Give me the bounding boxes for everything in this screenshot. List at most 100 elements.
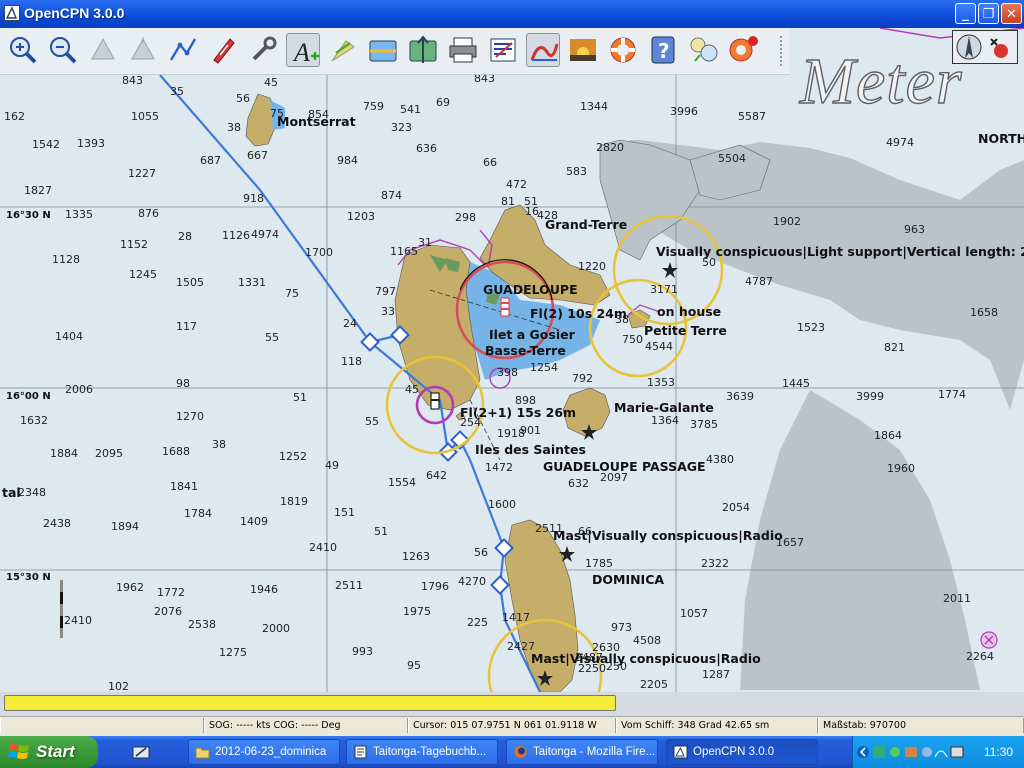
sounding-label: 2538 bbox=[188, 618, 216, 631]
chart-bar-track[interactable] bbox=[4, 695, 616, 711]
light-label: Mast|Visually conspicuous|Radio bbox=[531, 651, 761, 666]
sounding-label: 1245 bbox=[129, 268, 157, 281]
sounding-label: 1894 bbox=[111, 520, 139, 533]
settings-button[interactable] bbox=[246, 33, 280, 67]
status-cell-empty bbox=[0, 718, 204, 733]
scale-in-button[interactable] bbox=[86, 33, 120, 67]
sounding-label: 1554 bbox=[388, 476, 416, 489]
start-label: Start bbox=[36, 742, 75, 761]
sounding-label: 2011 bbox=[943, 592, 971, 605]
maximize-button[interactable]: ❐ bbox=[978, 3, 999, 24]
tray-icons[interactable] bbox=[873, 745, 969, 759]
sounding-label: 38 bbox=[227, 121, 241, 134]
zoom-in-button[interactable] bbox=[6, 33, 40, 67]
route-button[interactable] bbox=[166, 33, 200, 67]
sounding-label: 541 bbox=[400, 103, 421, 116]
taskbar-item-document[interactable]: Taitonga-Tagebuchb... bbox=[346, 739, 498, 765]
sounding-label: 973 bbox=[611, 621, 632, 634]
mob-alarm-button[interactable] bbox=[726, 33, 760, 67]
dashboard-button[interactable] bbox=[686, 33, 720, 67]
sounding-label: 1975 bbox=[403, 605, 431, 618]
sounding-label: 876 bbox=[138, 207, 159, 220]
sounding-label: 2006 bbox=[65, 383, 93, 396]
sounding-label: 4380 bbox=[706, 453, 734, 466]
help-button[interactable]: ? bbox=[646, 33, 680, 67]
sounding-label: 918 bbox=[243, 192, 264, 205]
taskbar-item-firefox[interactable]: Taitonga - Mozilla Fire... bbox=[506, 739, 658, 765]
sounding-label: 2095 bbox=[95, 447, 123, 460]
bearing-distance-status: Vom Schiff: 348 Grad 42.65 sm bbox=[616, 718, 818, 733]
sounding-label: 2054 bbox=[722, 501, 750, 514]
clock: 11:30 bbox=[983, 745, 1013, 759]
follow-ship-button[interactable] bbox=[206, 33, 240, 67]
sounding-label: 636 bbox=[416, 142, 437, 155]
sounding-label: 81 bbox=[501, 195, 515, 208]
toolbar-grip[interactable] bbox=[780, 36, 786, 66]
sounding-label: 1632 bbox=[20, 414, 48, 427]
sounding-label: 2410 bbox=[309, 541, 337, 554]
sounding-label: 1227 bbox=[128, 167, 156, 180]
sounding-label: 38 bbox=[615, 313, 629, 326]
route-manager-button[interactable] bbox=[486, 33, 520, 67]
quick-launch-icon[interactable] bbox=[132, 744, 150, 760]
scale-out-button[interactable] bbox=[126, 33, 160, 67]
sounding-label: 55 bbox=[265, 331, 279, 344]
dominica-island bbox=[504, 519, 579, 692]
taskbar-item-opencpn[interactable]: OpenCPN 3.0.0 bbox=[666, 739, 818, 765]
chevron-left-icon[interactable] bbox=[857, 744, 869, 760]
sounding-label: 4508 bbox=[633, 634, 661, 647]
sounding-label: 898 bbox=[515, 394, 536, 407]
sounding-label: 1841 bbox=[170, 480, 198, 493]
sounding-label: 2511 bbox=[335, 579, 363, 592]
sounding-label: 1057 bbox=[680, 607, 708, 620]
nautical-chart[interactable]: 16°30 N 16°00 N 15°30 N Montserrat Grand… bbox=[0, 28, 1024, 692]
taskbar-item-folder[interactable]: 2012-06-23_dominica bbox=[188, 739, 340, 765]
sounding-label: 2820 bbox=[596, 141, 624, 154]
sounding-label: 1287 bbox=[702, 668, 730, 681]
zoom-out-button[interactable] bbox=[46, 33, 80, 67]
sounding-label: 632 bbox=[568, 477, 589, 490]
chart-canvas[interactable]: 16°30 N 16°00 N 15°30 N Montserrat Grand… bbox=[0, 28, 1024, 692]
print-button[interactable] bbox=[446, 33, 480, 67]
place-label: Iles des Saintes bbox=[475, 442, 586, 457]
track-button[interactable] bbox=[526, 33, 560, 67]
sounding-label: 1658 bbox=[970, 306, 998, 319]
mob-button[interactable] bbox=[606, 33, 640, 67]
sounding-label: 117 bbox=[176, 320, 197, 333]
sounding-label: 1785 bbox=[585, 557, 613, 570]
sounding-label: 1404 bbox=[55, 330, 83, 343]
sounding-label: 2000 bbox=[262, 622, 290, 635]
sounding-label: 298 bbox=[455, 211, 476, 224]
cursor-position-status: Cursor: 015 07.9751 N 061 01.9118 W bbox=[408, 718, 616, 733]
sounding-label: 398 bbox=[497, 366, 518, 379]
sounding-label: 2511 bbox=[535, 522, 563, 535]
sounding-label: 102 bbox=[108, 680, 129, 692]
sounding-label: 2438 bbox=[43, 517, 71, 530]
close-button[interactable]: ✕ bbox=[1001, 3, 1022, 24]
taskbar-item-label: 2012-06-23_dominica bbox=[215, 746, 327, 758]
sunset-icon bbox=[570, 39, 596, 61]
light-label: Fl(2) 10s 24m bbox=[530, 306, 627, 321]
sounding-label: 2097 bbox=[600, 471, 628, 484]
scale-in-icon bbox=[91, 37, 115, 60]
minimize-button[interactable]: _ bbox=[955, 3, 976, 24]
sounding-label: 1688 bbox=[162, 445, 190, 458]
sounding-label: 4270 bbox=[458, 575, 486, 588]
tide-button[interactable] bbox=[366, 33, 400, 67]
folder-icon bbox=[195, 747, 210, 759]
sounding-label: 5587 bbox=[738, 110, 766, 123]
taskbar-item-label: Taitonga-Tagebuchb... bbox=[373, 746, 487, 758]
place-label: Basse-Terre bbox=[485, 343, 566, 358]
sounding-label: 254 bbox=[460, 416, 481, 429]
color-scheme-button[interactable] bbox=[566, 33, 600, 67]
route-manager-icon bbox=[490, 38, 516, 62]
current-button[interactable] bbox=[326, 33, 360, 67]
ais-button[interactable] bbox=[406, 33, 440, 67]
status-bar: SOG: ----- kts COG: ----- Deg Cursor: 01… bbox=[0, 716, 1024, 735]
text-button[interactable]: A bbox=[286, 33, 320, 67]
sounding-label: 1445 bbox=[782, 377, 810, 390]
sounding-label: 1417 bbox=[502, 611, 530, 624]
start-button[interactable]: Start bbox=[0, 736, 98, 768]
sounding-label: 4974 bbox=[886, 136, 914, 149]
sounding-label: 3171 bbox=[650, 283, 678, 296]
